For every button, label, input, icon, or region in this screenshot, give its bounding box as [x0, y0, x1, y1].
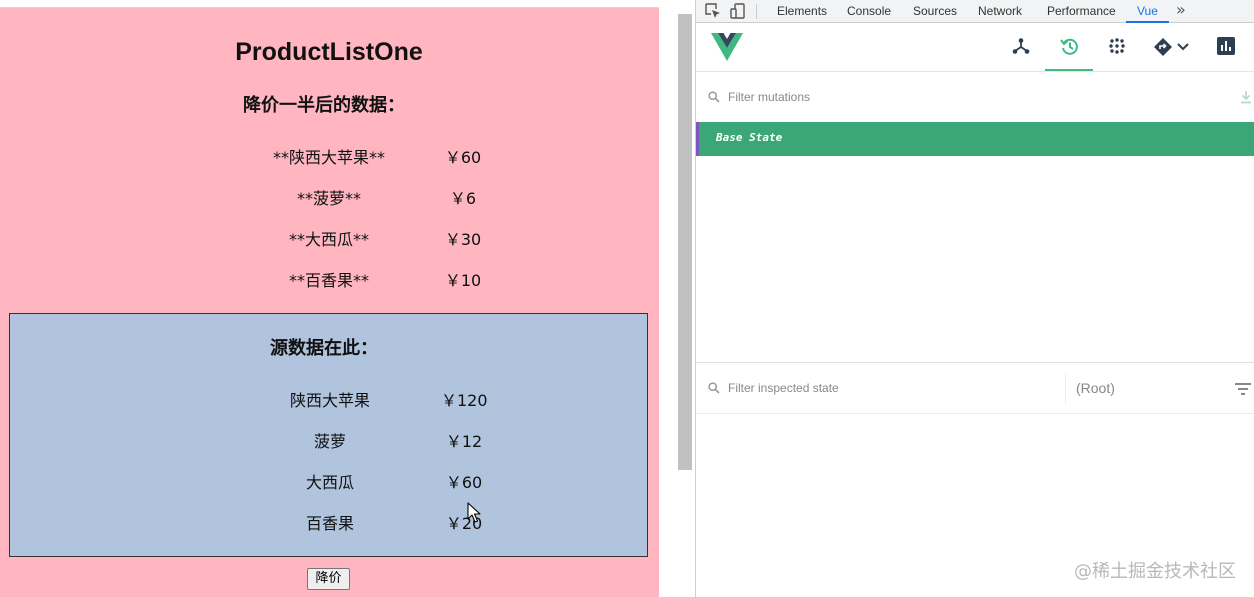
- watermark-text: @稀土掘金技术社区: [1074, 561, 1236, 582]
- vue-logo-icon: [711, 33, 743, 61]
- product-name: 菠萝: [313, 432, 346, 451]
- product-price: ￥60: [445, 473, 483, 492]
- list-item: **百香果** ￥10: [0, 267, 658, 291]
- devtools-panel: Elements Console Sources Network Perform…: [695, 0, 1254, 597]
- mouse-cursor-icon: [467, 502, 481, 523]
- pane-divider[interactable]: [696, 362, 1254, 363]
- app-page: ProductListOne 降价一半后的数据： **陕西大苹果** ￥60 *…: [0, 0, 660, 597]
- mutation-item-base-state[interactable]: Base State: [696, 122, 1254, 156]
- performance-button[interactable]: [1202, 23, 1250, 71]
- product-price: ￥10: [444, 271, 482, 290]
- discount-heading: 降价一半后的数据：: [243, 95, 405, 116]
- list-item: 菠萝 ￥12: [1, 428, 659, 452]
- vue-devtools-header: [696, 23, 1254, 72]
- list-item: **菠萝** ￥6: [0, 185, 658, 209]
- product-name: 陕西大苹果: [289, 391, 370, 410]
- components-button[interactable]: [997, 23, 1045, 71]
- filter-state-input[interactable]: [728, 378, 1048, 398]
- device-toggle-icon[interactable]: [729, 2, 747, 20]
- list-item: 大西瓜 ￥60: [1, 469, 659, 493]
- product-name: **百香果**: [288, 271, 369, 290]
- components-icon: [1012, 38, 1030, 54]
- filter-mutations-row: [696, 73, 1254, 121]
- product-name: **菠萝**: [296, 189, 361, 208]
- router-button[interactable]: [1141, 23, 1199, 71]
- product-name: **大西瓜**: [288, 230, 369, 249]
- router-icon: [1154, 38, 1172, 56]
- root-select-value: (Root): [1076, 380, 1115, 396]
- product-price: ￥12: [445, 432, 483, 451]
- devtools-toolbar: Elements Console Sources Network Perform…: [696, 0, 1254, 23]
- toolbar-divider: [756, 4, 757, 19]
- product-name: 大西瓜: [305, 473, 354, 492]
- tab-console[interactable]: Console: [847, 0, 891, 23]
- tab-elements[interactable]: Elements: [777, 0, 827, 23]
- state-header-divider: [696, 413, 1254, 414]
- list-item: **陕西大苹果** ￥60: [0, 144, 658, 168]
- product-name: **陕西大苹果**: [272, 148, 385, 167]
- product-price: ￥60: [444, 148, 482, 167]
- more-tabs-icon[interactable]: »: [1176, 0, 1186, 23]
- performance-chart-icon: [1217, 37, 1235, 55]
- source-heading: 源数据在此：: [270, 338, 378, 359]
- tab-network[interactable]: Network: [978, 0, 1022, 23]
- timeline-history-icon: [1060, 38, 1078, 55]
- source-data-panel: 源数据在此： 陕西大苹果 ￥120 菠萝 ￥12 大西瓜 ￥60 百香果 ￥20: [9, 313, 648, 557]
- tab-sources[interactable]: Sources: [913, 0, 957, 23]
- page-scrollbar[interactable]: [678, 14, 692, 470]
- search-icon: [708, 91, 720, 103]
- mutation-label: Base State: [716, 131, 783, 144]
- filter-mutations-input[interactable]: [728, 87, 1108, 107]
- search-icon: [708, 382, 720, 394]
- product-price: ￥120: [441, 391, 488, 410]
- filter-lines-icon[interactable]: [1234, 382, 1252, 396]
- reduce-price-button[interactable]: 降价: [307, 568, 350, 590]
- list-item: 百香果 ￥20: [1, 510, 659, 534]
- list-item: **大西瓜** ￥30: [0, 226, 658, 250]
- vuex-icon: [1109, 38, 1125, 54]
- list-item: 陕西大苹果 ￥120: [1, 387, 659, 411]
- download-icon[interactable]: [1240, 90, 1252, 104]
- product-price: ￥6: [449, 189, 477, 208]
- timeline-button[interactable]: [1045, 23, 1093, 71]
- page-title: ProductListOne: [235, 38, 423, 66]
- root-select[interactable]: (Root): [1065, 373, 1254, 404]
- product-price: ￥30: [444, 230, 482, 249]
- tab-performance[interactable]: Performance: [1047, 0, 1116, 23]
- product-name: 百香果: [305, 514, 354, 533]
- chevron-down-icon: [1177, 43, 1189, 51]
- inspect-element-icon[interactable]: [704, 2, 722, 20]
- screen: ProductListOne 降价一半后的数据： **陕西大苹果** ￥60 *…: [0, 0, 1254, 597]
- vuex-button[interactable]: [1093, 23, 1141, 71]
- tab-vue[interactable]: Vue: [1126, 0, 1169, 23]
